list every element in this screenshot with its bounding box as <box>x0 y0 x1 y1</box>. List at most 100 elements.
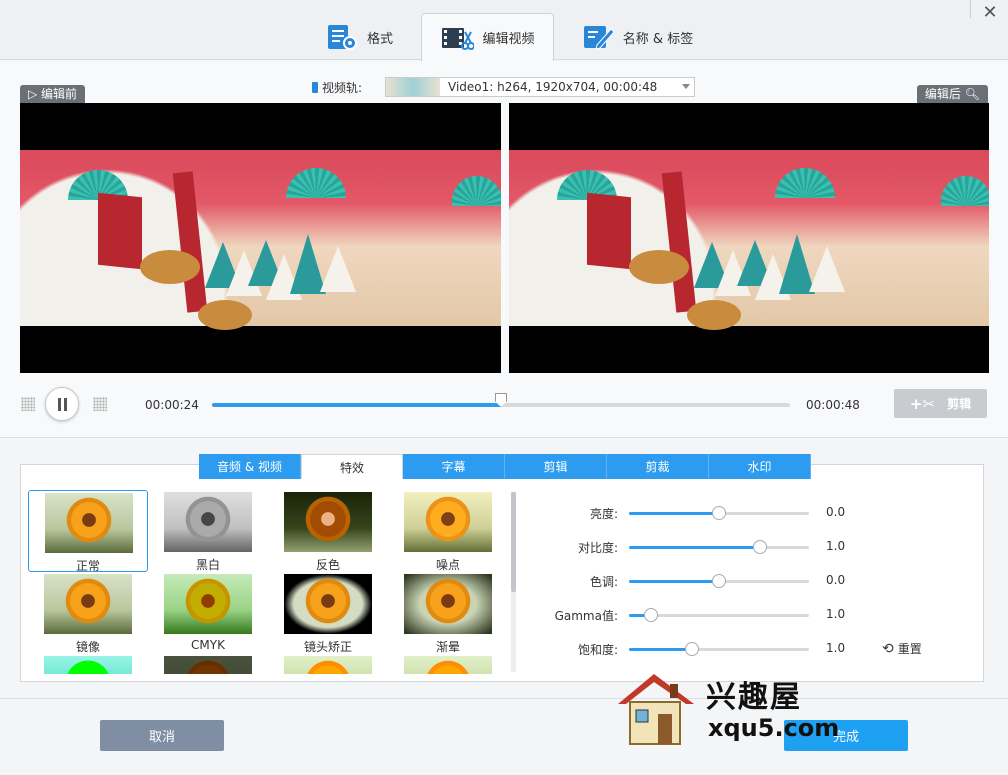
adjustment-row: 饱和度: 1.0 <box>520 639 860 659</box>
effects-scrollbar[interactable] <box>511 492 516 672</box>
video-track-icon <box>312 82 318 93</box>
tab-name-tags[interactable]: 名称 & 标签 <box>578 14 696 60</box>
reset-icon: ⟲ <box>882 640 894 657</box>
tab-format[interactable]: 格式 <box>318 14 400 60</box>
effect-item[interactable] <box>268 654 388 674</box>
adjustment-value: 0.0 <box>826 505 846 519</box>
slider-knob[interactable] <box>712 574 726 588</box>
before-label: ▷ 编辑前 <box>20 85 86 103</box>
adjustment-value: 1.0 <box>826 607 846 621</box>
tab-clip[interactable]: 剪辑 <box>505 454 607 479</box>
video-frame <box>20 150 501 330</box>
slider-fill <box>629 648 692 651</box>
effect-label: 反色 <box>315 558 340 572</box>
adjustment-slider[interactable] <box>629 642 809 656</box>
effect-thumbnail <box>284 574 372 634</box>
video-track-select[interactable]: Video1: h264, 1920x704, 00:00:48 <box>385 77 695 97</box>
tab-format-label: 格式 <box>366 31 393 47</box>
edit-pen-icon <box>581 23 615 51</box>
tab-crop[interactable]: 剪裁 <box>607 454 709 479</box>
effects-grid: 正常 黑白 反色 噪点镜像 CMYK 镜头矫正 渐晕 <box>28 490 508 674</box>
tab-watermark[interactable]: 水印 <box>709 454 811 479</box>
after-label[interactable]: 编辑后 🔍︎ <box>916 85 988 103</box>
adjustment-slider[interactable] <box>629 574 809 588</box>
tab-name-tags-label: 名称 & 标签 <box>622 31 694 47</box>
effect-item[interactable]: 渐晕 <box>388 572 508 654</box>
watermark-house-logo <box>614 668 704 748</box>
adjustment-slider[interactable] <box>629 506 809 520</box>
watermark-name: 兴趣屋 <box>706 680 802 715</box>
effect-item[interactable] <box>28 654 148 674</box>
effect-label: 镜像 <box>75 640 100 654</box>
adjustment-slider[interactable] <box>629 608 809 622</box>
tab-edit-video-label: 编辑视频 <box>482 32 535 47</box>
seek-slider[interactable] <box>212 393 790 407</box>
grip-handle-left[interactable] <box>21 397 35 411</box>
effect-item[interactable] <box>388 654 508 674</box>
fan-decor <box>775 168 835 198</box>
red-envelope <box>587 192 631 270</box>
gold-ingot <box>687 300 741 330</box>
effect-label: CMYK <box>191 638 225 652</box>
tab-subtitles[interactable]: 字幕 <box>403 454 505 479</box>
slider-knob[interactable] <box>712 506 726 520</box>
reset-button[interactable]: ⟲ 重置 <box>882 640 922 657</box>
cancel-button[interactable]: 取消 <box>100 720 224 751</box>
slider-knob[interactable] <box>643 608 658 622</box>
fan-decor <box>452 176 501 206</box>
zoom-search-icon[interactable]: 🔍︎ <box>961 87 980 101</box>
close-button[interactable]: ✕ <box>980 4 1000 24</box>
top-tab-bar: ✕ 格式 编辑视频 名称 & 标签 <box>0 0 1008 61</box>
triangle-card <box>320 246 356 292</box>
adjustment-slider[interactable] <box>629 540 809 554</box>
triangle-card <box>809 246 845 292</box>
red-envelope <box>172 171 208 313</box>
video-frame <box>509 150 989 330</box>
slider-knob[interactable] <box>753 540 768 554</box>
adjustment-label: 饱和度: <box>577 643 618 657</box>
fan-decor <box>286 168 346 198</box>
effect-thumbnail <box>284 656 372 674</box>
effect-item[interactable] <box>148 654 268 674</box>
effect-thumbnail <box>44 574 132 634</box>
gold-ingot <box>629 250 689 284</box>
effect-thumbnail <box>404 574 492 634</box>
fan-decor <box>941 176 989 206</box>
effect-item[interactable]: 黑白 <box>148 490 268 572</box>
adjustment-label: 色调: <box>589 575 618 589</box>
track-thumbnail <box>386 78 440 96</box>
gold-ingot <box>198 300 252 330</box>
current-time: 00:00:24 <box>145 398 199 412</box>
effect-label: 渐晕 <box>435 640 460 654</box>
effect-item[interactable]: 噪点 <box>388 490 508 572</box>
add-scissors-icon: +✂ <box>909 394 936 413</box>
effect-item[interactable]: 正常 <box>28 490 148 573</box>
effect-label: 镜头矫正 <box>303 640 352 654</box>
adjustment-value: 1.0 <box>826 539 846 553</box>
effect-label: 噪点 <box>435 558 460 572</box>
window-separator <box>970 0 971 18</box>
effect-item[interactable]: 镜像 <box>28 572 148 654</box>
tab-audio-video[interactable]: 音频 & 视频 <box>199 454 301 479</box>
adjustment-value: 1.0 <box>826 641 846 655</box>
effect-thumbnail <box>45 493 133 553</box>
grip-handle-right[interactable] <box>93 397 107 411</box>
slider-knob[interactable] <box>685 642 699 656</box>
effect-item[interactable]: CMYK <box>148 572 268 654</box>
seek-progress <box>212 403 501 407</box>
effect-thumbnail <box>164 492 252 552</box>
effect-thumbnail <box>404 492 492 552</box>
tab-effects[interactable]: 特效 <box>301 454 403 479</box>
video-before <box>20 103 501 373</box>
total-time: 00:00:48 <box>806 398 860 412</box>
video-edit-scissors-icon <box>440 24 476 52</box>
scrollbar-thumb[interactable] <box>511 492 516 592</box>
play-triangle-icon: ▷ <box>28 87 42 101</box>
effect-thumbnail <box>44 656 132 674</box>
adjustment-row: 色调: 0.0 <box>520 571 860 591</box>
pause-button[interactable] <box>45 387 79 421</box>
effect-item[interactable]: 镜头矫正 <box>268 572 388 654</box>
tab-edit-video[interactable]: 编辑视频 <box>421 13 554 61</box>
cut-button[interactable]: +✂ 剪辑 <box>894 389 987 418</box>
effect-item[interactable]: 反色 <box>268 490 388 572</box>
